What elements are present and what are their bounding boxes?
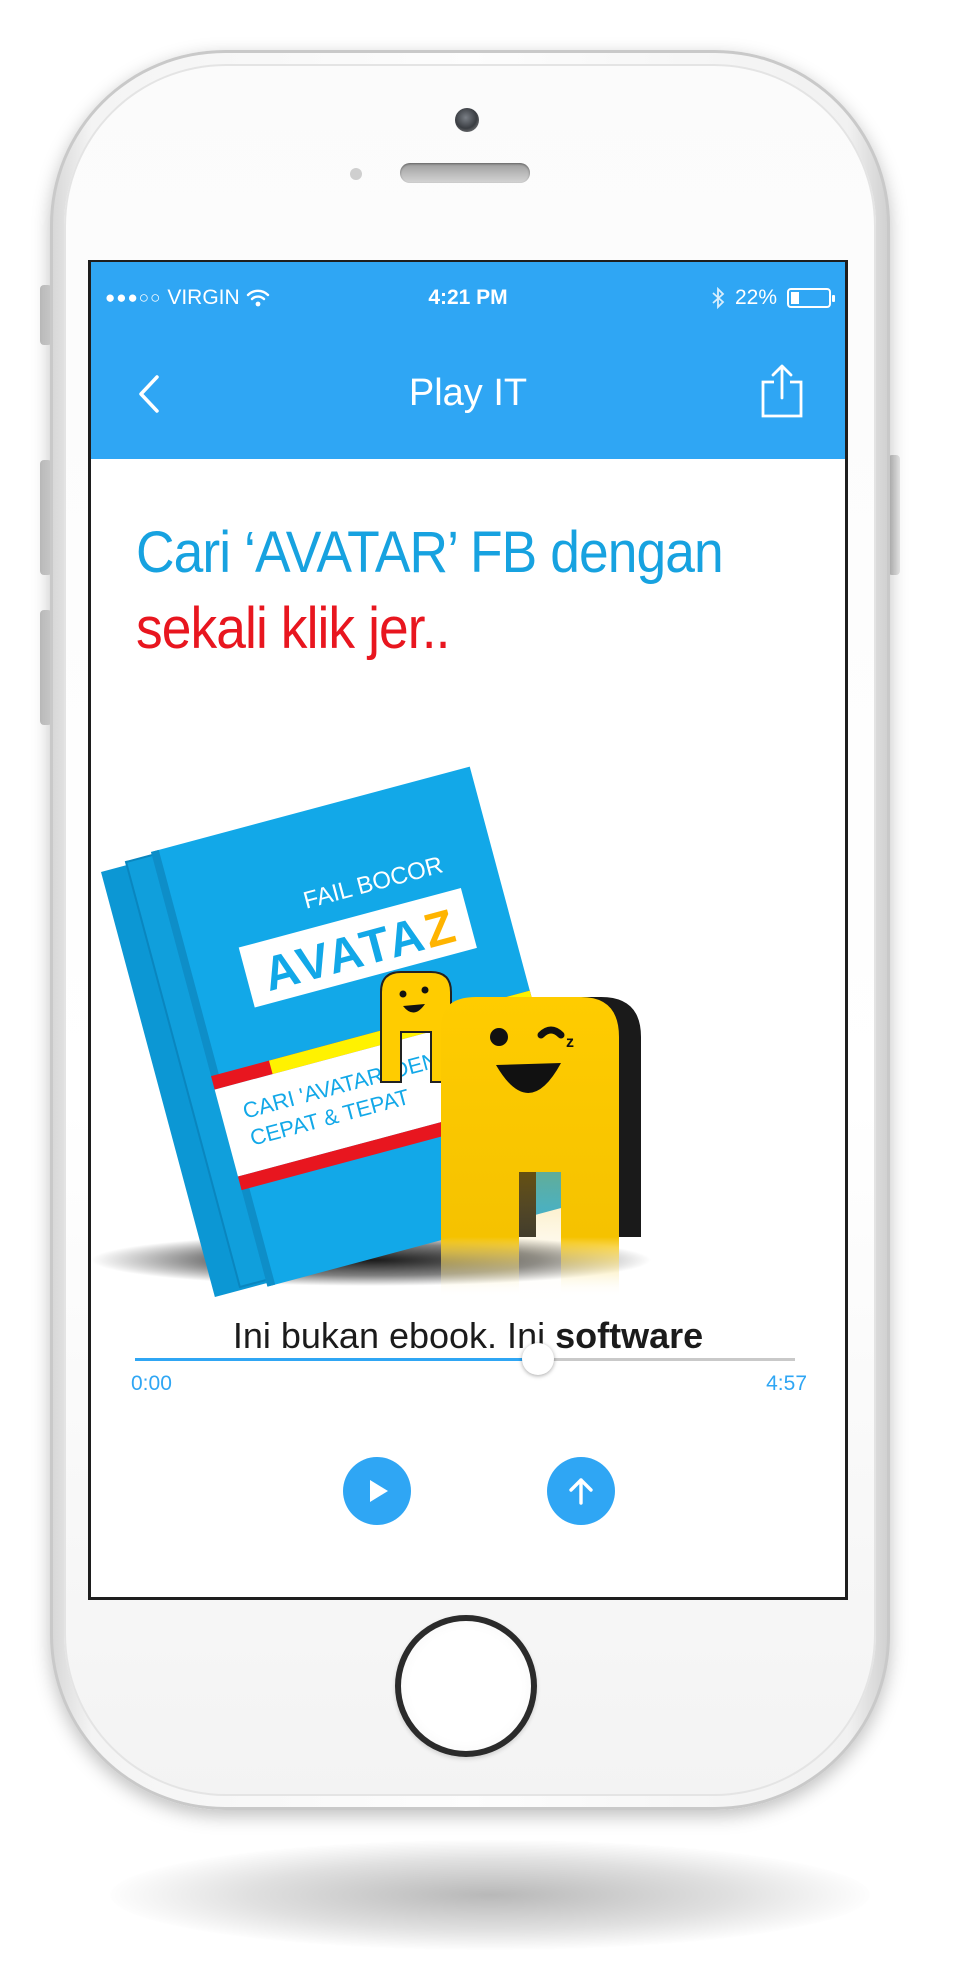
stage: ●●●○○ VIRGIN 4:21 PM 22% Play IT Cari ‘A… [0,0,973,1966]
status-bar: ●●●○○ VIRGIN 4:21 PM 22% [91,262,845,334]
current-time: 0:00 [131,1372,172,1395]
progress-fill [135,1358,538,1361]
nav-bar: Play IT [91,334,845,459]
play-icon [370,1480,388,1502]
phone-shadow [110,1840,870,1950]
total-time: 4:57 [766,1372,807,1395]
progress-track[interactable] [135,1343,795,1375]
share-icon [761,364,803,418]
svg-text:z: z [566,1034,574,1051]
scrubber-handle[interactable] [521,1343,554,1375]
front-camera [455,108,479,132]
hero-illustration: FAIL BOCOR AVATAZ CARI 'AVATAR' DENGAN C… [91,766,651,1307]
battery-level [791,292,799,304]
bluetooth-icon [712,287,725,309]
headline-line-1: Cari ‘AVATAR’ FB dengan [136,520,724,585]
proximity-sensor [350,168,362,180]
battery-icon [787,288,835,308]
big-mascot: z [441,997,641,1307]
caption-emphasis: software [555,1315,704,1356]
home-button[interactable] [395,1615,537,1757]
caption-text: Ini bukan ebook. Ini [232,1315,556,1356]
play-button[interactable] [343,1457,411,1525]
status-right: 22% [711,286,835,310]
app-screen: ●●●○○ VIRGIN 4:21 PM 22% Play IT Cari ‘A… [88,260,848,1600]
caption: Ini bukan ebook. Ini software [91,1315,845,1357]
arrow-up-icon [569,1478,593,1505]
battery-percent: 22% [734,286,777,309]
earpiece-speaker [400,163,530,183]
upload-button[interactable] [547,1457,615,1525]
page-title: Play IT [408,372,528,414]
header: ●●●○○ VIRGIN 4:21 PM 22% Play IT [91,262,845,459]
share-button[interactable] [759,362,805,420]
